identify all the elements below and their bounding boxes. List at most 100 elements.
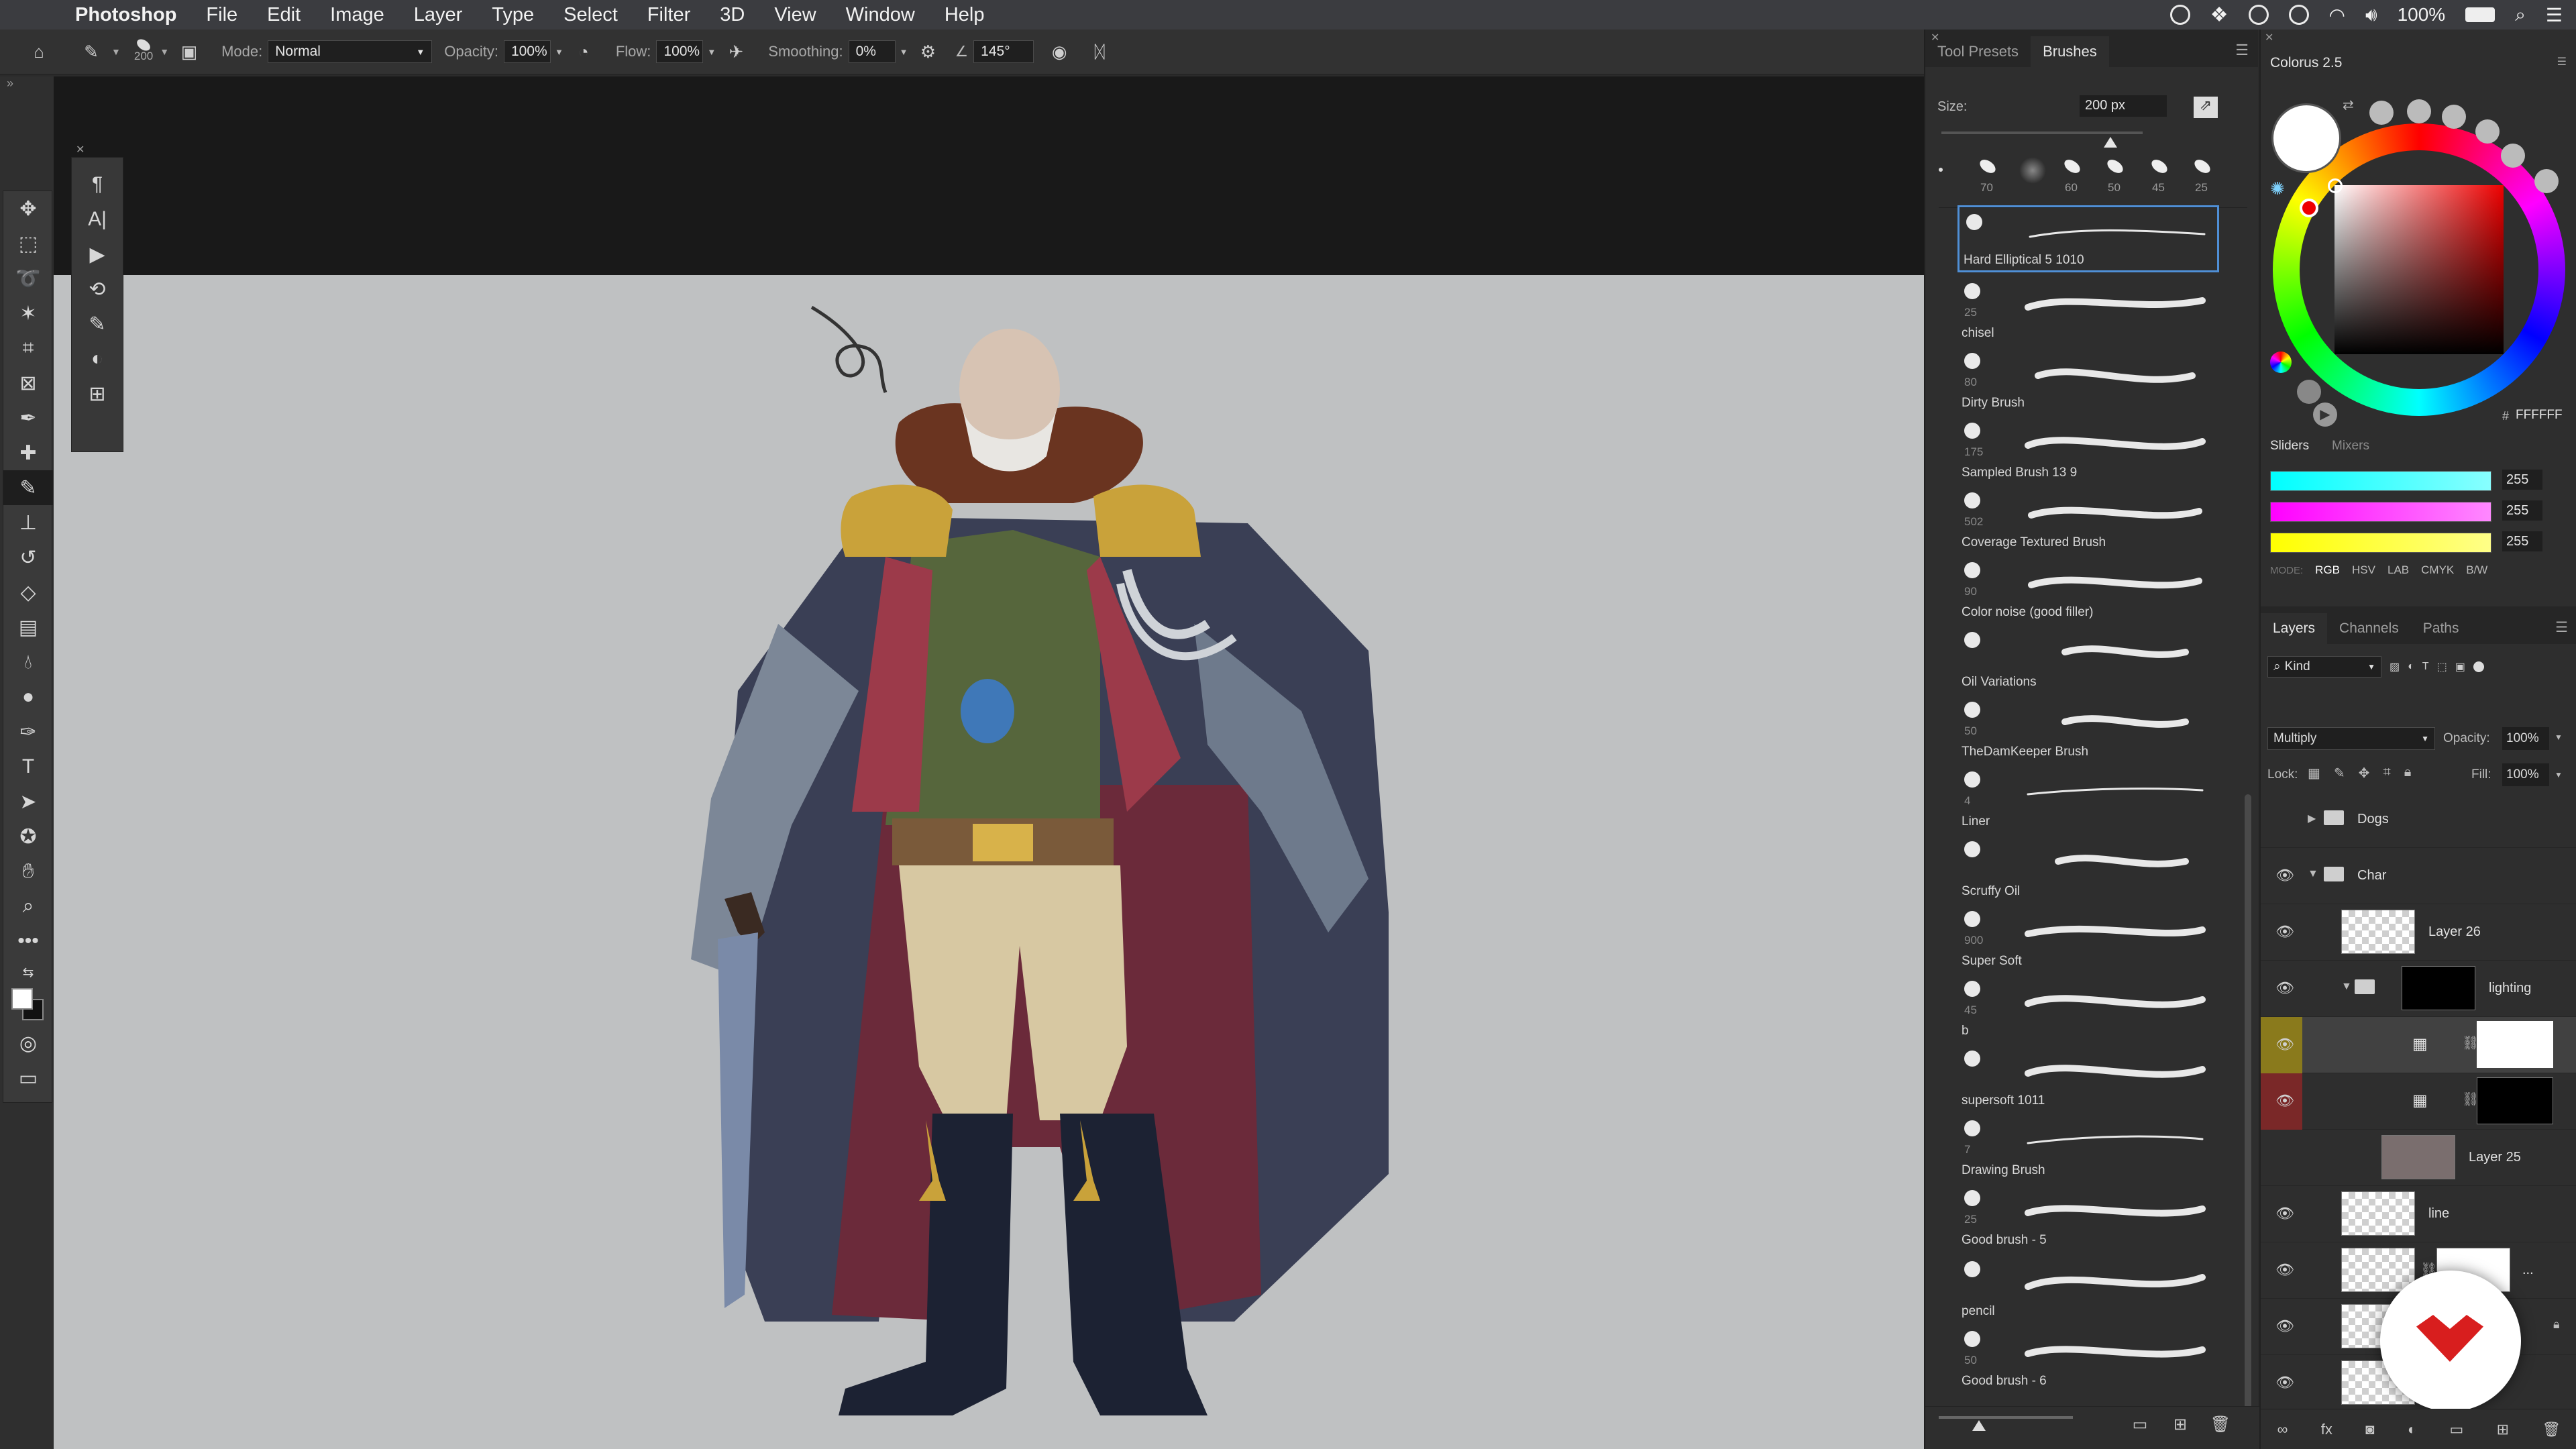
current-color-swatch[interactable] <box>2271 103 2341 173</box>
brush-preset-item[interactable]: supersoft 1011 <box>1957 1044 2219 1111</box>
filter-kind-select[interactable]: ⌕ Kind ▼ <box>2267 656 2381 678</box>
menu-file[interactable]: File <box>191 4 252 26</box>
mode-rgb[interactable]: RGB <box>2315 564 2340 577</box>
angle-input[interactable]: 145° <box>973 40 1034 63</box>
layer-opacity-input[interactable]: 100% <box>2502 727 2549 750</box>
menu-edit[interactable]: Edit <box>252 4 315 26</box>
recent-brush-4[interactable] <box>2104 156 2126 176</box>
delete-icon[interactable]: 🗑︎ <box>2207 1411 2234 1438</box>
fill-input[interactable]: 100% <box>2502 763 2549 786</box>
saturation-value-square[interactable] <box>2334 185 2504 354</box>
recent-brush-1[interactable] <box>1977 156 1998 176</box>
fx-icon[interactable]: fx <box>2321 1421 2332 1438</box>
filter-adjustment-icon[interactable]: ◐ <box>2408 661 2414 673</box>
adjustments-icon[interactable]: ◐ <box>72 341 123 376</box>
new-brush-icon[interactable]: ⇗ <box>2194 97 2218 118</box>
healing-brush-tool-icon[interactable]: ✚ <box>3 435 53 470</box>
lock-transparency-icon[interactable]: ▦ <box>2308 765 2320 782</box>
wifi-icon[interactable]: ◠ <box>2329 4 2345 26</box>
sun-icon[interactable]: ✺ <box>2270 178 2285 199</box>
clone-source-icon[interactable]: ⊞ <box>72 376 123 411</box>
eyedropper-tool-icon[interactable]: ✒ <box>3 400 53 435</box>
layer-row[interactable]: 👁︎ ▦ ⛓︎ <box>2261 1017 2576 1073</box>
dodge-tool-icon[interactable]: ● <box>3 680 53 714</box>
clone-stamp-tool-icon[interactable]: ⊥ <box>3 505 53 540</box>
control-center-icon[interactable]: ☰ <box>2546 4 2563 26</box>
eye-icon[interactable]: 👁︎ <box>2275 1205 2294 1222</box>
menu-help[interactable]: Help <box>930 4 1000 26</box>
tab-tool-presets[interactable]: Tool Presets <box>1925 36 2031 67</box>
tab-sliders[interactable]: Sliders <box>2270 439 2309 453</box>
blend-mode-select[interactable]: Multiply ▼ <box>2267 727 2435 750</box>
foreground-color-swatch[interactable] <box>11 988 33 1010</box>
menu-app[interactable]: Photoshop <box>60 4 191 26</box>
quick-mask-icon[interactable]: ◎ <box>3 1026 53 1061</box>
layer-mask-thumbnail[interactable] <box>2402 966 2475 1010</box>
chevron-down-icon[interactable]: ▼ <box>2308 868 2318 880</box>
menu-image[interactable]: Image <box>315 4 399 26</box>
brush-settings-icon[interactable]: ✎ <box>72 307 123 341</box>
brush-preset-item[interactable]: 80 Dirty Brush <box>1957 346 2219 413</box>
eye-icon[interactable]: 👁︎ <box>2275 867 2294 883</box>
screen-mode-icon[interactable]: ▭ <box>3 1061 53 1095</box>
recent-brush-2[interactable] <box>2019 157 2046 184</box>
slider-g-value[interactable]: 255 <box>2502 500 2542 521</box>
document-canvas[interactable] <box>54 275 1924 1449</box>
close-icon[interactable]: ✕ <box>1931 31 1939 44</box>
new-brush-icon[interactable]: ⊞ <box>2167 1411 2194 1438</box>
tab-paths[interactable]: Paths <box>2411 613 2471 644</box>
magic-wand-tool-icon[interactable]: ✶ <box>3 296 53 331</box>
play-icon[interactable]: ▶ <box>2313 402 2337 427</box>
palette-swatch-3[interactable] <box>2442 105 2466 129</box>
layer-thumbnail[interactable] <box>2341 910 2415 954</box>
hand-tool-icon[interactable]: ✋︎ <box>3 854 53 889</box>
link-layers-icon[interactable]: ∞ <box>2277 1421 2288 1438</box>
recent-brush-6[interactable] <box>2192 156 2213 176</box>
shield-icon[interactable] <box>2288 5 2309 25</box>
chevron-down-icon[interactable]: ▼ <box>2341 981 2352 993</box>
pressure-opacity-icon[interactable]: ◔ <box>572 40 596 64</box>
mode-bw[interactable]: B/W <box>2466 564 2487 577</box>
slider-b-value[interactable]: 255 <box>2502 531 2542 551</box>
menu-type[interactable]: Type <box>477 4 549 26</box>
palette-swatch-6[interactable] <box>2534 169 2559 193</box>
pressure-size-icon[interactable]: ◉ <box>1047 40 1071 64</box>
zoom-tool-icon[interactable]: ⌕ <box>3 889 53 924</box>
eye-hidden-icon[interactable] <box>2275 1148 2294 1165</box>
move-tool-icon[interactable]: ✥ <box>3 191 53 226</box>
chevron-down-icon[interactable]: ▼ <box>900 47 908 57</box>
brush-preset-item[interactable]: 25 Good brush - 5 <box>1957 1183 2219 1250</box>
history-panel-icon[interactable]: ⟲ <box>72 272 123 307</box>
recent-brush-3[interactable] <box>2061 156 2083 176</box>
paragraph-icon[interactable]: ¶ <box>72 167 123 202</box>
layer-thumbnail[interactable] <box>2381 1135 2455 1179</box>
lasso-tool-icon[interactable]: ➰ <box>3 261 53 296</box>
layer-group-row[interactable]: 👁︎ ▼ Char <box>2261 848 2576 904</box>
filter-pixel-icon[interactable]: ▨ <box>2390 660 2400 674</box>
path-selection-tool-icon[interactable]: ➤ <box>3 784 53 819</box>
chevron-down-icon[interactable]: ▼ <box>160 46 169 57</box>
brush-preset-item[interactable]: 45 b <box>1957 974 2219 1041</box>
brush-preset-item[interactable]: 90 Color noise (good filler) <box>1957 555 2219 623</box>
filter-type-icon[interactable]: T <box>2422 661 2429 673</box>
brush-preset-item[interactable]: 4 Liner <box>1957 765 2219 832</box>
marquee-tool-icon[interactable]: ⬚ <box>3 226 53 261</box>
brush-preset-item[interactable]: 50 TheDamKeeper Brush <box>1957 695 2219 762</box>
layer-row[interactable]: Layer 25 <box>2261 1130 2576 1186</box>
brush-settings-icon[interactable]: ▣ <box>177 40 201 64</box>
brush-preset-item[interactable]: 25 chisel <box>1957 276 2219 343</box>
volume-icon[interactable]: 🔊︎ <box>2365 4 2377 26</box>
lock-position-icon[interactable]: ✥ <box>2359 765 2370 782</box>
layer-row[interactable]: 👁︎ line <box>2261 1186 2576 1242</box>
eye-icon[interactable]: 👁︎ <box>2275 1036 2294 1053</box>
play-action-icon[interactable]: ▶ <box>72 237 123 272</box>
mode-hsv[interactable]: HSV <box>2352 564 2375 577</box>
lock-artboard-icon[interactable]: ⌗ <box>2383 765 2390 782</box>
mode-cmyk[interactable]: CMYK <box>2421 564 2454 577</box>
close-icon[interactable]: ✕ <box>2265 31 2273 44</box>
brush-tool-icon[interactable]: ✎ <box>3 470 53 505</box>
blur-tool-icon[interactable]: 💧︎ <box>3 645 53 680</box>
chevron-down-icon[interactable]: ▼ <box>707 47 716 57</box>
lock-pixels-icon[interactable]: ✎ <box>2334 765 2345 782</box>
brush-preset-item[interactable]: 50 Good brush - 6 <box>1957 1324 2219 1391</box>
